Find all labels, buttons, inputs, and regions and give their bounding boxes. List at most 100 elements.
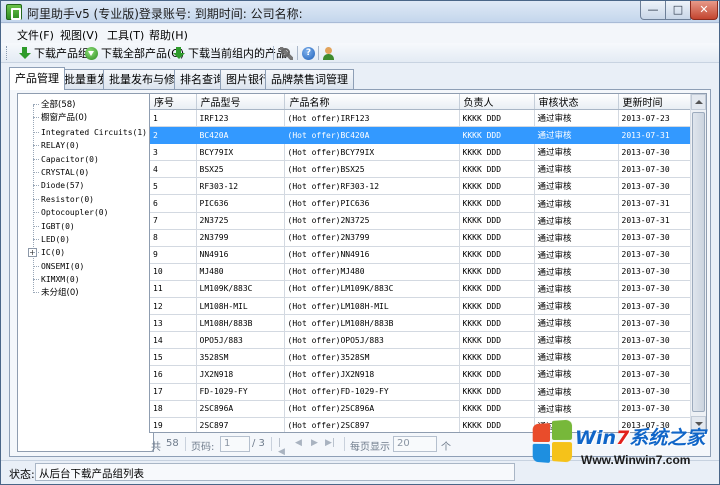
cell-index: 18 <box>150 400 197 418</box>
page-label: 页码: <box>191 442 215 453</box>
download-circle-icon <box>85 46 98 60</box>
vertical-scrollbar[interactable] <box>690 94 706 432</box>
table-row[interactable]: 2 BC420A (Hot offer)BC420A KKKK DDD 通过审核 2013… <box>150 126 692 145</box>
menu-help[interactable]: 帮助(H) <box>149 27 188 43</box>
table-row[interactable]: 12 LM108H-MIL (Hot offer)LM108H-MIL KKKK DD… <box>150 297 692 316</box>
cell-owner: KKKK DDD <box>459 417 535 432</box>
cell-name: (Hot offer)LM108H/883B <box>284 314 460 333</box>
table-row[interactable]: 8 2N3799 (Hot offer)2N3799 KKKK DDD 通过审核 2013… <box>150 229 692 247</box>
cell-name: (Hot offer)FD-1029-FY <box>284 383 460 401</box>
column-header-status[interactable]: 审核状态 <box>534 94 619 110</box>
cell-updated: 2013-07-30 <box>618 348 692 367</box>
tree-item[interactable]: RELAY(0) <box>33 139 80 152</box>
next-page-icon[interactable]: ▶ <box>311 439 320 448</box>
last-page-icon[interactable]: ▶| <box>325 439 335 448</box>
table-row[interactable]: 1 IRF123 (Hot offer)IRF123 KKKK DDD 通过审核 2013… <box>150 109 692 128</box>
tools-button[interactable] <box>280 45 293 61</box>
table-row[interactable]: 3 BCY79IX (Hot offer)BCY79IX KKKK DDD 通过审核 20… <box>150 143 692 162</box>
status-text: 从后台下载产品组列表 <box>35 463 515 481</box>
total-count: 58 <box>166 438 179 449</box>
user-button[interactable] <box>322 45 335 61</box>
per-page-label: 每页显示 <box>350 442 390 453</box>
download-all-button[interactable]: 下载全部产品(G) <box>85 45 184 61</box>
tree-item-ungrouped[interactable]: 未分组(0) <box>33 287 79 300</box>
table-row[interactable]: 16 JX2N918 (Hot offer)JX2N918 KKKK DDD 通过审核 2… <box>150 365 692 384</box>
menu-tools[interactable]: 工具(T) <box>107 27 144 43</box>
table-row[interactable]: 7 2N3725 (Hot offer)2N3725 KKKK DDD 通过审核 2013… <box>150 212 692 230</box>
page-input[interactable]: 1 <box>220 436 250 452</box>
toolbar-separator <box>273 46 274 60</box>
menu-view[interactable]: 视图(V) <box>60 27 98 43</box>
table-row[interactable]: 13 LM108H/883B (Hot offer)LM108H/883B KKKK … <box>150 314 692 333</box>
table-row[interactable]: 4 BSX25 (Hot offer)BSX25 KKKK DDD 通过审核 2013-0… <box>150 160 692 179</box>
download-group-button[interactable]: 下载产品组 <box>18 45 89 61</box>
table-row[interactable]: 9 NN4916 (Hot offer)NN4916 KKKK DDD 通过审核 2013… <box>150 246 692 264</box>
cell-name: (Hot offer)BCY79IX <box>284 143 460 162</box>
tab-brand-banned-words[interactable]: 品牌禁售词管理 <box>265 69 354 89</box>
tree-item[interactable]: KIMXM(0) <box>33 273 80 286</box>
tree-item[interactable]: Optocoupler(0) <box>33 206 108 219</box>
table-row[interactable]: 15 3528SM (Hot offer)3528SM KKKK DDD 通过审核 201… <box>150 348 692 367</box>
cell-model: NN4916 <box>196 246 285 264</box>
tree-item[interactable]: CRYSTAL(0) <box>33 166 89 179</box>
table-row[interactable]: 14 OPO5J/883 (Hot offer)OPO5J/883 KKKK DDD 通… <box>150 331 692 350</box>
cell-owner: KKKK DDD <box>459 246 535 264</box>
total-prefix: 共 <box>151 442 161 453</box>
table-row[interactable]: 6 PIC636 (Hot offer)PIC636 KKKK DDD 通过审核 2013… <box>150 194 692 213</box>
tree-item[interactable]: IGBT(0) <box>33 220 75 233</box>
tree-item-all[interactable]: 全部(58) <box>33 99 75 112</box>
tree-item[interactable]: LED(0) <box>33 233 70 246</box>
scroll-up-button[interactable] <box>691 94 706 110</box>
menu-file[interactable]: 文件(F) <box>17 27 54 43</box>
table-row[interactable]: 5 RF303-12 (Hot offer)RF303-12 KKKK DDD 通过审核… <box>150 177 692 196</box>
download-current-button[interactable]: 下载当前组内的产品 <box>172 45 287 61</box>
tree-item[interactable]: ONSEMI(0) <box>33 260 84 273</box>
tree-item[interactable]: IC(0) <box>33 246 65 259</box>
column-header-owner[interactable]: 负责人 <box>459 94 535 110</box>
table-row[interactable]: 18 2SC896A (Hot offer)2SC896A KKKK DDD 通过审核 2… <box>150 400 692 418</box>
title-bar[interactable]: 阿里助手v5 (专业版)登录账号: 到期时间: 公司名称: — □ ✕ <box>1 1 719 23</box>
watermark: Win7系统之家 Www.Winwin7.com <box>529 419 717 481</box>
cell-model: JX2N918 <box>196 365 285 384</box>
cell-index: 1 <box>150 109 197 128</box>
toolbar: 下载产品组 下载全部产品(G) 下载当前组内的产品 ? <box>1 43 719 63</box>
table-row[interactable]: 11 LM109K/883C (Hot offer)LM109K/883C KKKK … <box>150 280 692 299</box>
cell-updated: 2013-07-30 <box>618 246 692 264</box>
cell-index: 2 <box>150 126 197 145</box>
table-row[interactable]: 17 FD-1029-FY (Hot offer)FD-1029-FY KKKK DD… <box>150 383 692 401</box>
tree-item[interactable]: Integrated Circuits(1) <box>33 126 147 139</box>
cell-updated: 2013-07-30 <box>618 365 692 384</box>
cell-model: 2N3725 <box>196 212 285 230</box>
cell-owner: KKKK DDD <box>459 229 535 247</box>
cell-owner: KKKK DDD <box>459 280 535 299</box>
column-header-updated[interactable]: 更新时间 <box>618 94 692 110</box>
cell-index: 14 <box>150 331 197 350</box>
pager-separator <box>271 437 272 451</box>
column-header-model[interactable]: 产品型号 <box>196 94 285 110</box>
tab-product-management[interactable]: 产品管理 <box>9 67 65 90</box>
scroll-thumb[interactable] <box>692 112 705 412</box>
first-page-icon[interactable]: |◀ <box>278 439 287 457</box>
maximize-button[interactable]: □ <box>665 1 691 20</box>
tree-item[interactable]: Capacitor(0) <box>33 153 99 166</box>
prev-page-icon[interactable]: ◀ <box>295 439 304 448</box>
toolbar-separator <box>318 46 319 60</box>
column-header-name[interactable]: 产品名称 <box>284 94 460 110</box>
cell-updated: 2013-07-31 <box>618 194 692 213</box>
cell-name: (Hot offer)LM108H-MIL <box>284 297 460 316</box>
cell-updated: 2013-07-23 <box>618 109 692 128</box>
window-title: 阿里助手v5 (专业版)登录账号: 到期时间: 公司名称: <box>27 7 303 21</box>
column-header-index[interactable]: 序号 <box>150 94 197 110</box>
table-row[interactable]: 10 MJ480 (Hot offer)MJ480 KKKK DDD 通过审核 2013-… <box>150 263 692 281</box>
cell-owner: KKKK DDD <box>459 109 535 128</box>
cell-model: 3528SM <box>196 348 285 367</box>
tree-item[interactable]: Resistor(0) <box>33 193 94 206</box>
minimize-button[interactable]: — <box>640 1 666 20</box>
toolbar-grip[interactable] <box>6 46 9 60</box>
close-button[interactable]: ✕ <box>690 1 718 20</box>
tree-item[interactable]: 橱窗产品(0) <box>33 112 87 125</box>
cell-updated: 2013-07-30 <box>618 229 692 247</box>
per-page-input[interactable]: 20 <box>393 436 437 452</box>
help-button[interactable]: ? <box>302 45 315 61</box>
tree-item[interactable]: Diode(57) <box>33 179 84 192</box>
